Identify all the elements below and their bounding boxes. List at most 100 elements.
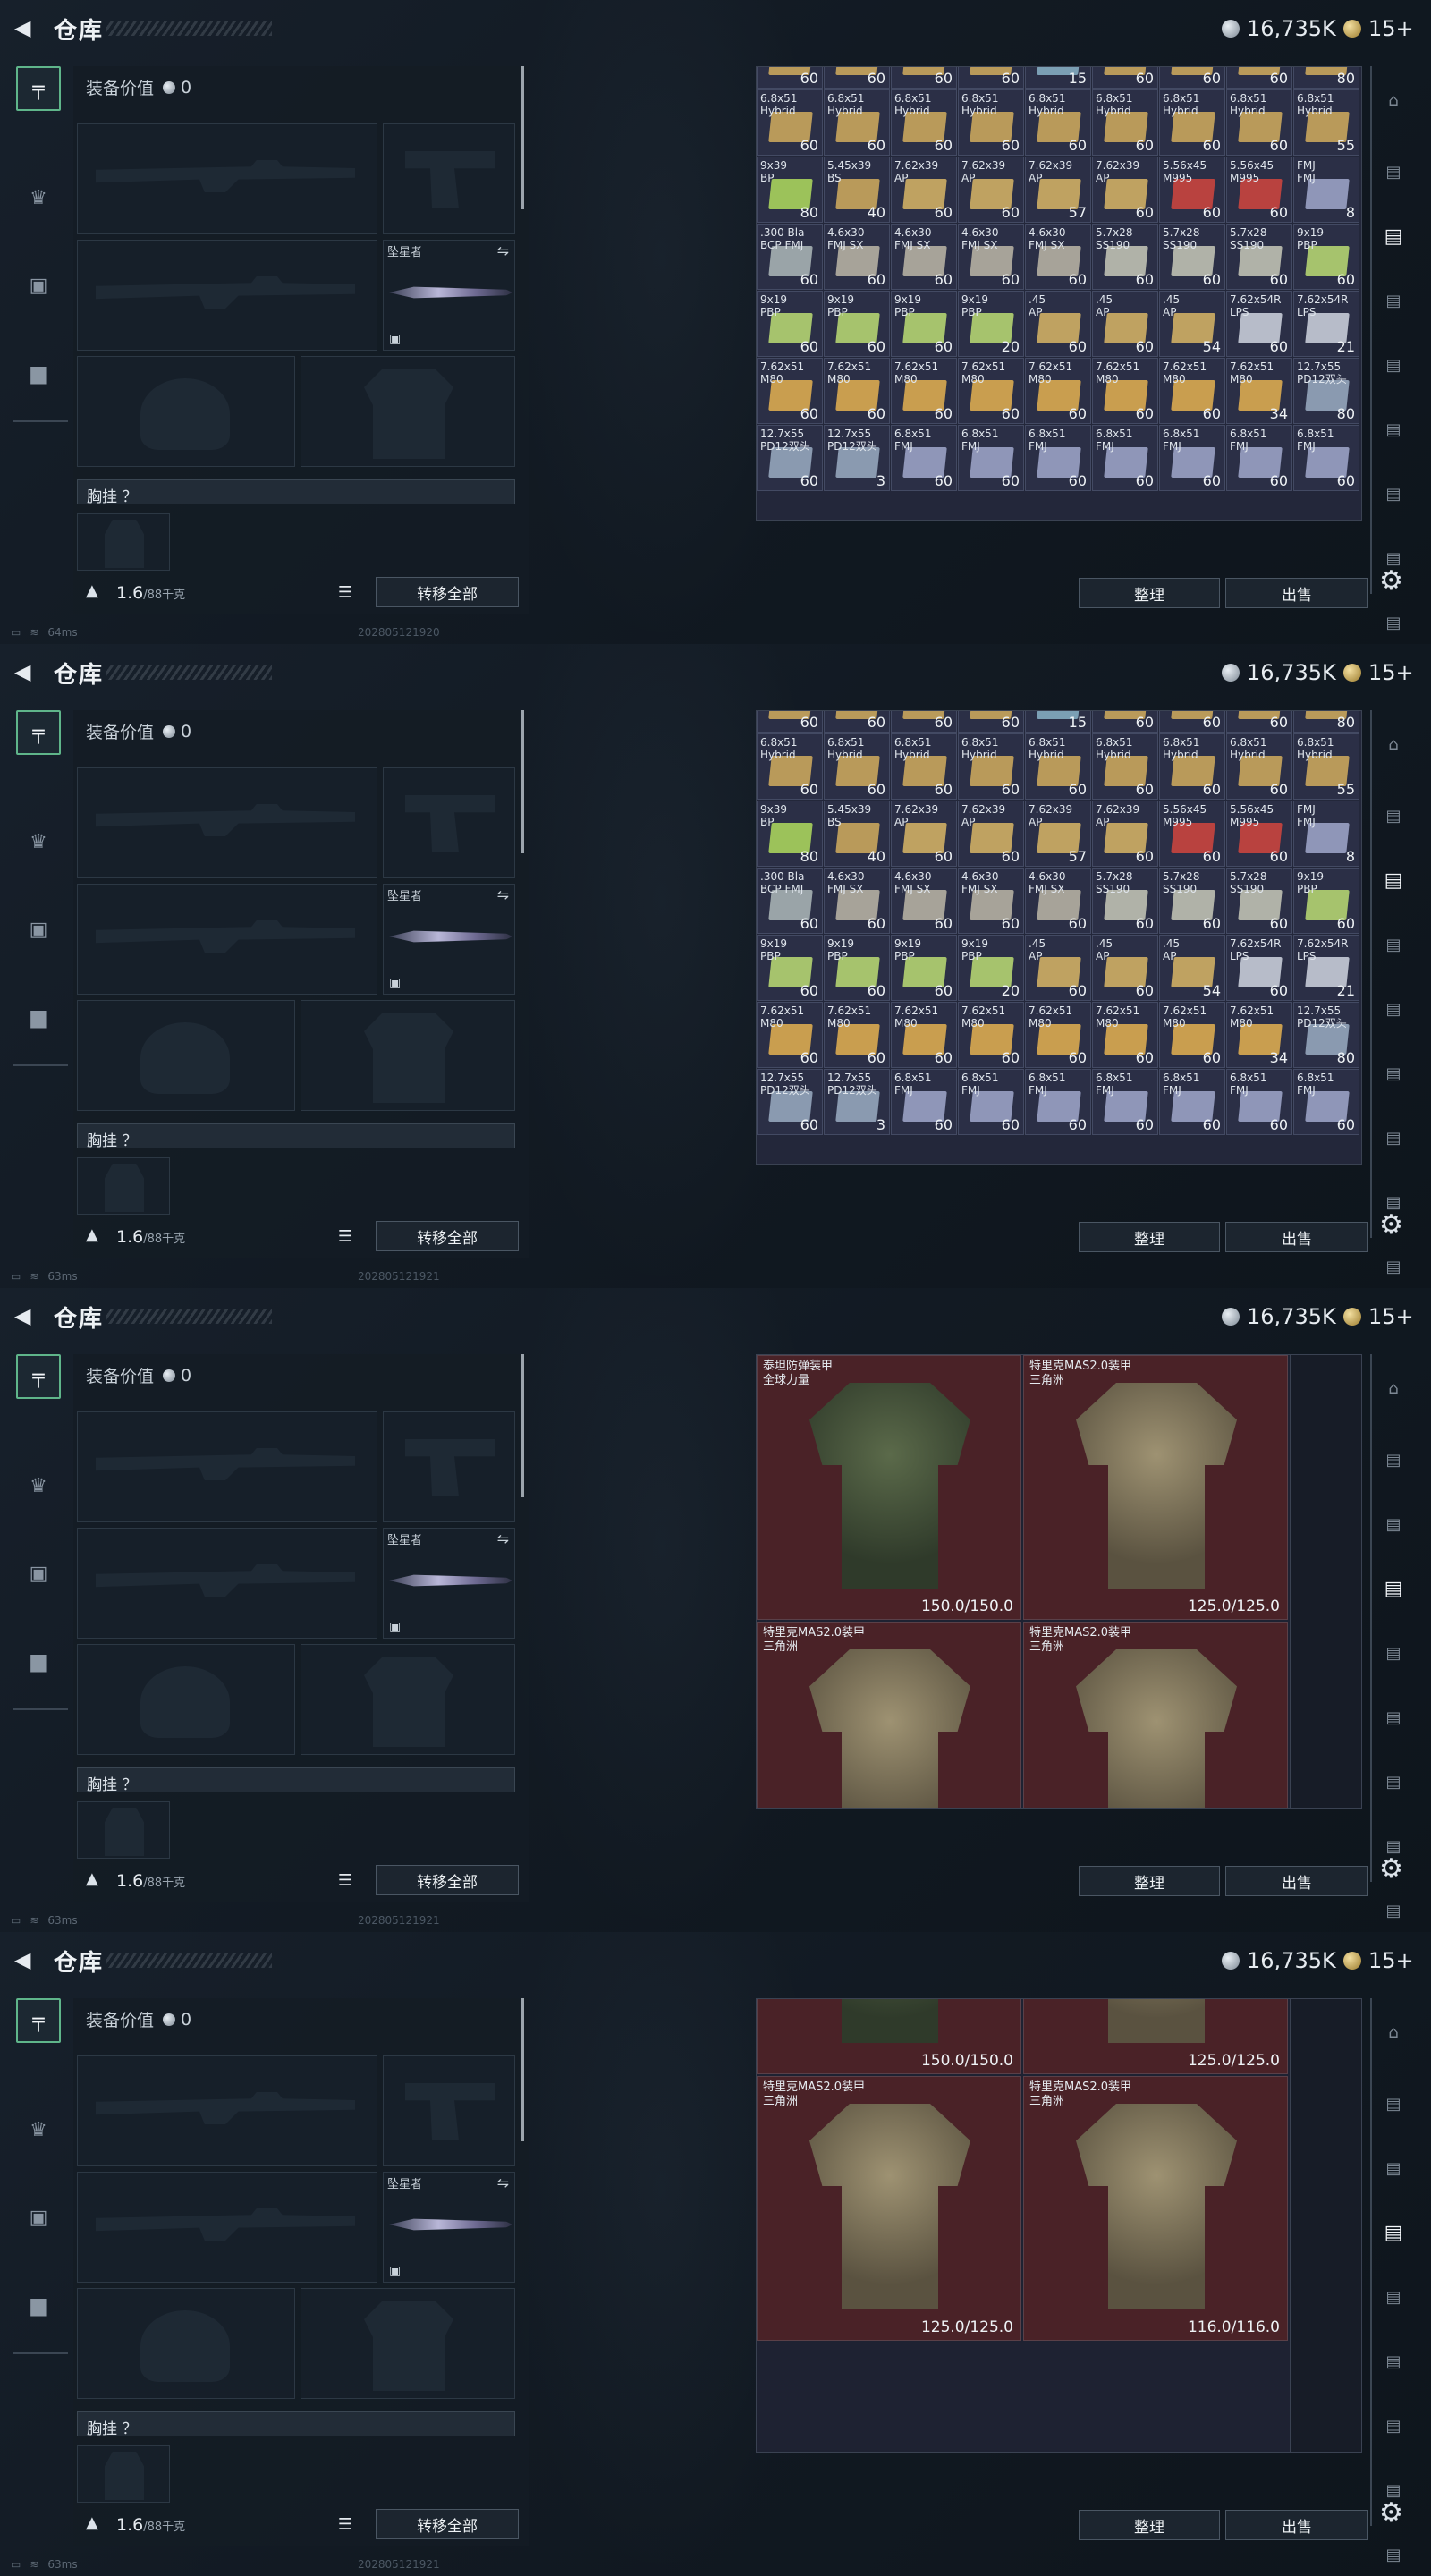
ammo-cell[interactable]: 6.8x51 Hybrid 60 (1159, 733, 1225, 800)
tab-helmet[interactable]: ♛ (16, 2107, 61, 2152)
swap-icon[interactable]: ⇋ (497, 242, 509, 259)
equipment-scrollbar[interactable] (521, 1998, 524, 2141)
ammo-cell[interactable]: 60 (891, 67, 957, 89)
armor-item[interactable]: 特里克MAS2.0装甲 三角洲 116.0/116.0 (1023, 2076, 1288, 2341)
primary-weapon-slot[interactable] (77, 2055, 377, 2166)
ammo-cell[interactable]: 6.8x51 FMJ 60 (891, 1069, 957, 1135)
ammo-cell[interactable]: 4.6x30 FMJ SX 60 (958, 224, 1024, 290)
ammo-cell[interactable]: .300 Bla BCP FMJ 60 (757, 868, 823, 934)
sort-button[interactable]: 整理 (1079, 1222, 1220, 1252)
armor-item[interactable]: 泰坦防弹装甲 全球力量150.0/150.0 (757, 1999, 1021, 2074)
ammo-cell[interactable]: 7.62x51 M80 60 (1159, 1002, 1225, 1068)
settings-gear-icon[interactable]: ⚙ (1379, 565, 1403, 597)
list-icon[interactable]: ☰ (333, 1224, 358, 1249)
stash-page-tab[interactable]: ▤ (1377, 2538, 1410, 2571)
stash-page-tab[interactable]: ▤ (1377, 928, 1410, 961)
settings-gear-icon[interactable]: ⚙ (1379, 2497, 1403, 2529)
ammo-cell[interactable]: 6.8x51 FMJ 60 (1025, 425, 1091, 491)
ammo-cell[interactable]: FMJ FMJ 8 (1293, 801, 1359, 867)
ammo-cell[interactable]: 5.7x28 SS190 60 (1226, 868, 1292, 934)
secondary-weapon-slot[interactable] (77, 240, 377, 351)
sell-button[interactable]: 出售 (1225, 1866, 1368, 1896)
stash-page-tab[interactable]: ▤ (1377, 1250, 1410, 1283)
ammo-cell[interactable]: 7.62x51 M80 60 (1092, 358, 1158, 424)
back-arrow-icon[interactable]: ◀ (14, 660, 38, 683)
ammo-cell[interactable]: 9x19 PBP 60 (757, 935, 823, 1001)
ammo-cell[interactable]: 6.8x51 Hybrid 60 (891, 89, 957, 156)
lock-icon[interactable]: ▲ (86, 2513, 98, 2532)
helmet-slot[interactable] (77, 2288, 295, 2399)
secondary-weapon-slot[interactable] (77, 884, 377, 995)
stash-page-tab[interactable]: ▤ (1377, 220, 1410, 252)
pistol-slot[interactable] (383, 767, 515, 878)
ammo-cell[interactable]: 80 (1293, 711, 1359, 733)
ammo-cell[interactable]: 7.62x51 M80 60 (958, 1002, 1024, 1068)
stash-page-tab[interactable]: ⌂ (1377, 84, 1410, 116)
stash-page-tab[interactable]: ▤ (1377, 864, 1410, 896)
armor-slot[interactable] (301, 1000, 515, 1111)
ammo-cell[interactable]: 7.62x39 AP 60 (1092, 801, 1158, 867)
ammo-cell[interactable]: 4.6x30 FMJ SX 60 (1025, 868, 1091, 934)
list-icon[interactable]: ☰ (333, 2512, 358, 2537)
ammo-cell[interactable]: 60 (958, 67, 1024, 89)
ammo-cell[interactable]: .45 AP 60 (1025, 935, 1091, 1001)
ammo-cell[interactable]: 5.7x28 SS190 60 (1226, 224, 1292, 290)
ammo-cell[interactable]: 60 (1092, 67, 1158, 89)
tab-vest[interactable]: ▣ (16, 2195, 61, 2240)
ammo-cell[interactable]: 5.56x45 M995 60 (1159, 801, 1225, 867)
ammo-cell[interactable]: 5.45x39 BS 40 (824, 801, 890, 867)
ammo-cell[interactable]: 6.8x51 FMJ 60 (1092, 425, 1158, 491)
tab-gun[interactable]: ╤ (16, 1998, 61, 2043)
stash-page-tab[interactable]: ▤ (1377, 1057, 1410, 1089)
ammo-cell[interactable]: 6.8x51 FMJ 60 (1293, 1069, 1359, 1135)
ammo-cell[interactable]: 6.8x51 FMJ 60 (1226, 425, 1292, 491)
armor-slot[interactable] (301, 1644, 515, 1755)
ammo-cell[interactable]: 7.62x51 M80 60 (1159, 358, 1225, 424)
ammo-cell[interactable]: 6.8x51 FMJ 60 (1293, 425, 1359, 491)
stash-page-tab[interactable]: ▤ (1377, 1508, 1410, 1540)
stash-page-tab[interactable]: ⌂ (1377, 1372, 1410, 1404)
armor-item[interactable]: 特里克MAS2.0装甲 三角洲125.0/125.0 (1023, 1355, 1288, 1620)
ammo-cell[interactable]: 7.62x54R LPS 21 (1293, 291, 1359, 357)
transfer-all-button[interactable]: 转移全部 (376, 1865, 519, 1895)
ammo-cell[interactable]: 4.6x30 FMJ SX 60 (891, 224, 957, 290)
stash-page-tab[interactable]: ▤ (1377, 478, 1410, 510)
ammo-cell[interactable]: 6.8x51 Hybrid 60 (1092, 733, 1158, 800)
stash-page-tab[interactable]: ▤ (1377, 606, 1410, 639)
ammo-cell[interactable]: 12.7x55 PD12双头 60 (757, 425, 823, 491)
ammo-cell[interactable]: 15 (1025, 711, 1091, 733)
tab-vest[interactable]: ▣ (16, 263, 61, 308)
armor-item[interactable]: 特里克MAS2.0装甲 三角洲125.0/125.0 (1023, 1999, 1288, 2074)
ammo-cell[interactable]: 9x39 BP 80 (757, 157, 823, 223)
stash-page-tab[interactable]: ▤ (1377, 2088, 1410, 2120)
ammo-cell[interactable]: 6.8x51 Hybrid 55 (1293, 733, 1359, 800)
silver-currency[interactable]: 16,735K (1222, 1948, 1336, 1973)
ammo-cell[interactable]: .45 AP 60 (1092, 935, 1158, 1001)
stash-page-tab[interactable]: ⌂ (1377, 728, 1410, 760)
ammo-cell[interactable]: 5.7x28 SS190 60 (1159, 868, 1225, 934)
ammo-cell[interactable]: 4.6x30 FMJ SX 60 (1025, 224, 1091, 290)
melee-slot[interactable]: 坠星者 ⇋ ▣ (383, 240, 515, 351)
ammo-cell[interactable]: 7.62x51 M80 60 (757, 1002, 823, 1068)
settings-gear-icon[interactable]: ⚙ (1379, 1209, 1403, 1241)
stash-page-tab[interactable]: ▤ (1377, 2410, 1410, 2442)
ammo-cell[interactable]: 9x19 PBP 60 (891, 291, 957, 357)
ammo-cell[interactable]: 12.7x55 PD12双头 80 (1293, 1002, 1359, 1068)
ammo-cell[interactable]: .45 AP 60 (1025, 291, 1091, 357)
armor-slot[interactable] (301, 2288, 515, 2399)
ammo-cell[interactable]: 5.56x45 M995 60 (1159, 157, 1225, 223)
stash-page-tab[interactable]: ⌂ (1377, 2016, 1410, 2048)
stash-page-tab[interactable]: ▤ (1377, 2216, 1410, 2249)
stash-page-tab[interactable]: ▤ (1377, 2281, 1410, 2313)
lock-icon[interactable]: ▲ (86, 581, 98, 600)
ammo-cell[interactable]: 7.62x39 AP 60 (958, 157, 1024, 223)
ammo-cell[interactable]: 9x19 PBP 20 (958, 291, 1024, 357)
melee-slot[interactable]: 坠星者 ⇋ ▣ (383, 884, 515, 995)
ammo-cell[interactable]: 7.62x51 M80 60 (824, 358, 890, 424)
ammo-cell[interactable]: 6.8x51 Hybrid 55 (1293, 89, 1359, 156)
ammo-cell[interactable]: 6.8x51 Hybrid 60 (1025, 89, 1091, 156)
helmet-slot[interactable] (77, 356, 295, 467)
ammo-cell[interactable]: .45 AP 54 (1159, 291, 1225, 357)
tab-vest[interactable]: ▣ (16, 907, 61, 952)
chest-rig-slot[interactable] (77, 1157, 170, 1215)
